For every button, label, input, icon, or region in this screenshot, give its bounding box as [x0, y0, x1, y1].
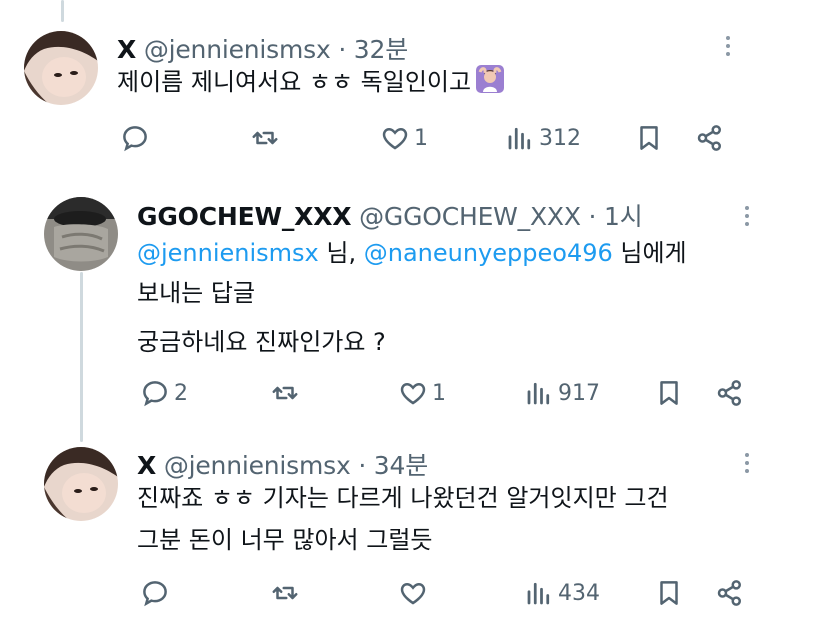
tweet-1[interactable]: X @jennienismsx · 32분 제이름 제니여서요 ㅎㅎ 독일인이고… [0, 0, 817, 175]
tweet-body: 제이름 제니여서요 ㅎㅎ 독일인이고 [117, 68, 472, 96]
like-icon [382, 127, 408, 150]
bookmark-button[interactable] [634, 118, 664, 158]
mention-link[interactable]: @jennienismsx [137, 239, 319, 267]
more-icon[interactable] [745, 453, 751, 477]
bookmark-icon [660, 581, 678, 605]
avatar[interactable] [44, 197, 118, 271]
retweet-button[interactable] [270, 373, 304, 413]
share-icon [717, 580, 741, 606]
views-icon [527, 382, 550, 405]
tweet-text: 제이름 제니여서요 ㅎㅎ 독일인이고 [117, 62, 505, 102]
reply-icon [143, 581, 167, 607]
handle[interactable]: @jennienismsx [164, 451, 351, 480]
share-icon [697, 125, 721, 151]
more-icon[interactable] [745, 206, 751, 230]
bookmark-icon [660, 381, 678, 405]
like-button[interactable]: 1 [398, 373, 446, 413]
handle[interactable]: @GGOCHEW_XXX [359, 202, 581, 231]
retweet-icon [252, 131, 278, 145]
reply-button[interactable]: 2 [140, 373, 188, 413]
reply-context-line2: 보내는 답글 [137, 279, 256, 307]
display-name[interactable]: X [117, 35, 136, 64]
timestamp[interactable]: · 32분 [338, 35, 408, 64]
reply-count: 2 [174, 380, 188, 406]
retweet-icon [272, 386, 298, 400]
like-button[interactable] [398, 573, 432, 613]
reply-context: @jennienismsx 님, @naneunyeppeo496 님에게 [137, 233, 687, 273]
share-button[interactable] [695, 118, 725, 158]
bookmark-button[interactable] [654, 373, 684, 413]
share-button[interactable] [715, 373, 745, 413]
views-icon [527, 582, 550, 605]
like-button[interactable]: 1 [380, 118, 428, 158]
tweet-body-line2: 그분 돈이 너무 많아서 그럴듯 [137, 526, 433, 554]
retweet-button[interactable] [270, 573, 304, 613]
more-icon[interactable] [726, 36, 732, 60]
reply-context-separator: 님, [318, 239, 364, 267]
mention-link[interactable]: @naneunyeppeo496 [364, 239, 613, 267]
timestamp[interactable]: · 1시 [589, 202, 643, 231]
retweet-button[interactable] [250, 118, 284, 158]
avatar[interactable] [24, 31, 98, 105]
like-icon [400, 582, 426, 605]
tweet-body: 궁금하네요 진짜인가요 ? [137, 328, 386, 356]
reply-button[interactable] [120, 118, 154, 158]
tweet-actions: 434 [0, 573, 817, 613]
bookmark-button[interactable] [654, 573, 684, 613]
like-icon [400, 382, 426, 405]
share-button[interactable] [715, 573, 745, 613]
views-icon [508, 127, 531, 150]
views-button[interactable]: 917 [524, 373, 600, 413]
tweet-actions: 1 312 [0, 118, 817, 158]
views-button[interactable]: 312 [505, 118, 581, 158]
like-count: 1 [414, 125, 428, 151]
views-button[interactable]: 434 [524, 573, 600, 613]
avatar[interactable] [44, 447, 118, 521]
timestamp[interactable]: · 34분 [358, 451, 428, 480]
tweet-3[interactable]: X @jennienismsx · 34분 진짜죠 ㅎㅎ 기자는 다르게 나왔던… [0, 432, 817, 633]
handle[interactable]: @jennienismsx [144, 35, 331, 64]
display-name[interactable]: GGOCHEW_XXX [137, 202, 352, 231]
tweet-header: X @jennienismsx · 34분 [137, 446, 428, 482]
tweet-2[interactable]: GGOCHEW_XXX @GGOCHEW_XXX · 1시 @jennienis… [0, 185, 817, 425]
view-count: 312 [539, 125, 581, 151]
share-icon [717, 380, 741, 406]
person-gesturing-ok-emoji [476, 65, 505, 93]
tweet-header: GGOCHEW_XXX @GGOCHEW_XXX · 1시 [137, 197, 643, 233]
view-count: 434 [558, 580, 600, 606]
display-name[interactable]: X [137, 451, 156, 480]
tweet-actions: 2 1 917 [0, 373, 817, 413]
reply-icon [123, 126, 147, 152]
reply-context-suffix: 님에게 [612, 239, 687, 267]
retweet-icon [272, 586, 298, 600]
reply-button[interactable] [140, 573, 174, 613]
reply-icon [143, 381, 167, 407]
tweet-body-line1: 진짜죠 ㅎㅎ 기자는 다르게 나왔던건 알거잇지만 그건 [137, 484, 669, 512]
bookmark-icon [640, 126, 658, 150]
view-count: 917 [558, 380, 600, 406]
tweet-header: X @jennienismsx · 32분 [117, 30, 408, 66]
like-count: 1 [432, 380, 446, 406]
